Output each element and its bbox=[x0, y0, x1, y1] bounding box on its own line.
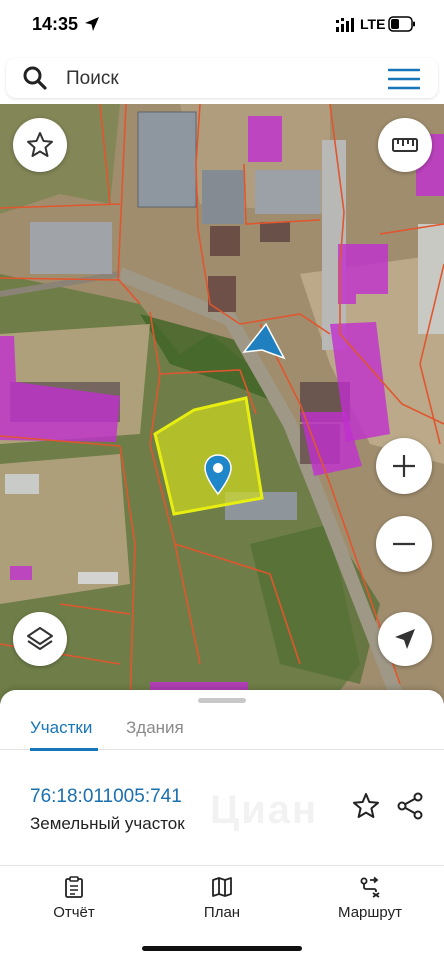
search-input[interactable]: Поиск bbox=[66, 68, 119, 90]
favorite-button[interactable] bbox=[13, 118, 67, 172]
parcel-card[interactable]: Циан 76:18:011005:741 Земельный участок bbox=[0, 774, 444, 866]
layers-icon bbox=[27, 627, 53, 650]
layers-button[interactable] bbox=[13, 612, 67, 666]
nav-plan-label: План bbox=[203, 904, 241, 921]
ruler-button[interactable] bbox=[378, 118, 432, 172]
direction-arrow-icon bbox=[242, 322, 286, 360]
nav-route-label: Маршрут bbox=[338, 904, 402, 921]
signal-icon bbox=[336, 18, 354, 32]
nav-report[interactable]: Отчёт bbox=[24, 876, 124, 922]
tab-buildings[interactable]: Здания bbox=[126, 718, 184, 738]
report-icon bbox=[65, 876, 83, 898]
menu-icon[interactable] bbox=[388, 68, 420, 90]
nav-plan[interactable]: План bbox=[172, 876, 272, 922]
watermark: Циан bbox=[210, 788, 319, 832]
status-time: 14:35 bbox=[32, 14, 79, 34]
bottom-navigation: Отчёт План Маршрут bbox=[0, 870, 444, 930]
share-icon[interactable] bbox=[396, 792, 424, 820]
zoom-in-icon bbox=[393, 455, 415, 477]
sheet-grabber[interactable] bbox=[198, 698, 246, 703]
status-bar: 14:35 LTE bbox=[0, 0, 444, 52]
star-icon[interactable] bbox=[352, 792, 380, 820]
nav-route[interactable]: Маршрут bbox=[320, 876, 420, 922]
network-type: LTE bbox=[360, 16, 386, 32]
zoom-out-button[interactable] bbox=[376, 516, 432, 572]
zoom-in-button[interactable] bbox=[376, 438, 432, 494]
active-tab-indicator bbox=[30, 748, 98, 751]
nav-report-label: Отчёт bbox=[53, 904, 95, 921]
location-arrow-icon bbox=[85, 17, 99, 31]
bottom-sheet: Участки Здания Циан 76:18:011005:741 Зем… bbox=[0, 690, 444, 960]
battery-icon bbox=[388, 16, 415, 32]
satellite-imagery bbox=[0, 104, 444, 704]
home-indicator[interactable] bbox=[142, 946, 302, 951]
map-plan-icon bbox=[212, 877, 232, 897]
search-bar[interactable]: Поиск bbox=[6, 58, 438, 98]
cadastral-number[interactable]: 76:18:011005:741 bbox=[30, 786, 182, 808]
route-icon bbox=[360, 876, 380, 898]
tab-bar: Участки Здания bbox=[0, 708, 444, 751]
parcel-type: Земельный участок bbox=[30, 814, 185, 833]
ruler-icon bbox=[392, 138, 418, 152]
my-location-button[interactable] bbox=[378, 612, 432, 666]
app-screen: 14:35 LTE Поиск Участки Здания Циан 76:1… bbox=[0, 0, 444, 960]
map-view[interactable] bbox=[0, 104, 444, 704]
zoom-out-icon bbox=[393, 542, 415, 546]
tab-parcels[interactable]: Участки bbox=[30, 718, 92, 738]
location-pin-icon[interactable] bbox=[203, 454, 233, 496]
search-icon bbox=[23, 66, 47, 90]
favorite-star-icon bbox=[27, 132, 53, 157]
my-location-icon bbox=[395, 629, 415, 649]
